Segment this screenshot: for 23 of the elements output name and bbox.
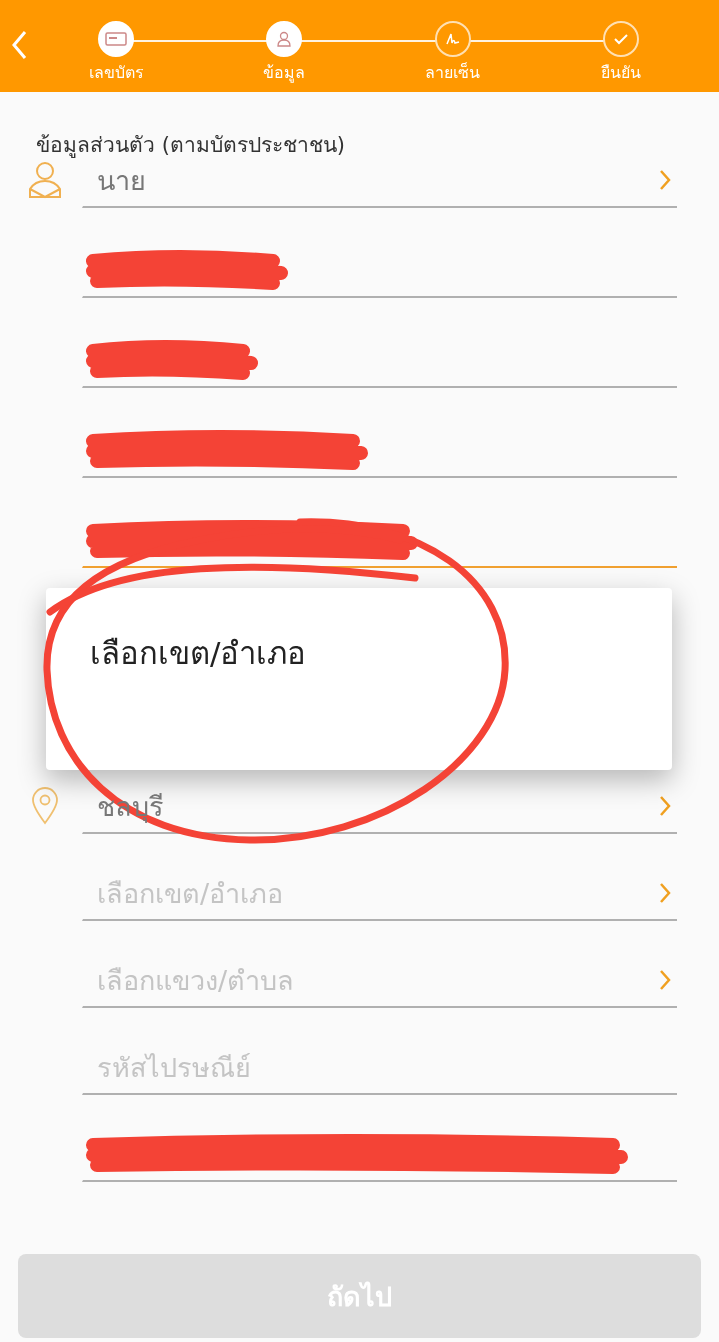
section-title: ข้อมูลส่วนตัว (ตามบัตรประชาชน) xyxy=(36,132,347,158)
input-field[interactable] xyxy=(82,1132,677,1182)
step-label: ยืนยัน xyxy=(601,62,641,84)
step-label: เลขบัตร xyxy=(88,62,144,84)
back-icon xyxy=(11,29,27,60)
check-icon xyxy=(613,33,629,45)
chevron-right-icon xyxy=(659,795,671,817)
signature-icon xyxy=(444,32,461,46)
input-field[interactable] xyxy=(82,338,677,388)
input-field[interactable] xyxy=(82,248,677,298)
input-field[interactable] xyxy=(82,518,677,568)
chevron-right-icon xyxy=(659,969,671,991)
step-label: ลายเซ็น xyxy=(425,61,481,84)
card-icon xyxy=(105,32,127,46)
person-icon xyxy=(277,31,292,47)
person-icon xyxy=(27,161,63,199)
menu-option[interactable]: เลือกเขต/อำเภอ xyxy=(90,628,307,678)
select-field[interactable]: นาย xyxy=(82,158,677,208)
input-field[interactable] xyxy=(82,428,677,478)
location-pin-icon xyxy=(32,787,58,825)
step-label: ข้อมูล xyxy=(263,62,306,85)
chevron-right-icon xyxy=(659,882,671,904)
chevron-right-icon xyxy=(659,169,671,191)
